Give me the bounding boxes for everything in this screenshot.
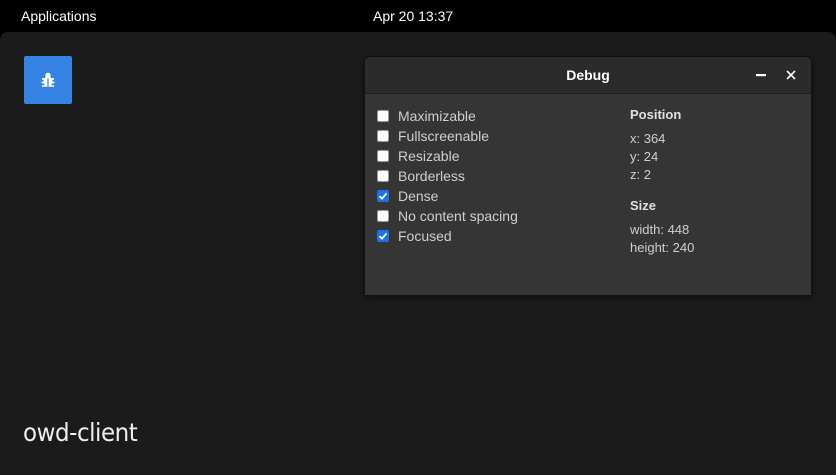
option-resizable[interactable]: Resizable (377, 146, 518, 166)
option-label: Dense (398, 188, 439, 204)
window-titlebar[interactable]: Debug (365, 57, 811, 94)
client-name-label: owd-client (23, 418, 138, 447)
position-z: z: 2 (630, 167, 651, 182)
clock[interactable]: Apr 20 13:37 (373, 8, 453, 24)
checkmark-icon (378, 192, 388, 200)
checkbox-maximizable[interactable] (377, 110, 389, 122)
size-height: height: 240 (630, 240, 695, 255)
checkbox-no-content-spacing[interactable] (377, 210, 389, 222)
options-list: Maximizable Fullscreenable Resizable Bor… (377, 106, 518, 246)
position-heading: Position (630, 107, 682, 122)
close-button[interactable] (782, 66, 800, 84)
minimize-button[interactable] (752, 66, 770, 84)
checkmark-icon (378, 232, 388, 240)
minimize-icon (756, 74, 766, 77)
debug-window: Debug Maximizable Fullscreenable Resizab… (364, 56, 812, 296)
checkbox-focused[interactable] (377, 230, 389, 242)
desktop: owd-client Debug Maximizable Fullscreena… (0, 32, 836, 475)
size-width: width: 448 (630, 222, 690, 237)
window-title: Debug (566, 67, 610, 83)
checkbox-dense[interactable] (377, 190, 389, 202)
window-content: Maximizable Fullscreenable Resizable Bor… (365, 94, 811, 295)
bug-icon (41, 72, 55, 87)
debug-launcher-button[interactable] (24, 56, 72, 104)
checkbox-resizable[interactable] (377, 150, 389, 162)
close-icon (786, 70, 796, 80)
checkbox-borderless[interactable] (377, 170, 389, 182)
size-heading: Size (630, 198, 657, 213)
option-dense[interactable]: Dense (377, 186, 518, 206)
option-label: Maximizable (398, 108, 476, 124)
checkbox-fullscreenable[interactable] (377, 130, 389, 142)
position-x: x: 364 (630, 131, 666, 146)
option-maximizable[interactable]: Maximizable (377, 106, 518, 126)
option-label: Borderless (398, 168, 465, 184)
position-y: y: 24 (630, 149, 659, 164)
option-focused[interactable]: Focused (377, 226, 518, 246)
window-info-panel: Position x: 364 y: 24 z: 2 Size width: 4… (630, 107, 694, 257)
applications-menu[interactable]: Applications (21, 8, 97, 24)
top-bar: Applications Apr 20 13:37 (0, 0, 836, 32)
option-label: Resizable (398, 148, 460, 164)
option-no-content-spacing[interactable]: No content spacing (377, 206, 518, 226)
option-fullscreenable[interactable]: Fullscreenable (377, 126, 518, 146)
option-label: Focused (398, 228, 452, 244)
option-borderless[interactable]: Borderless (377, 166, 518, 186)
option-label: No content spacing (398, 208, 518, 224)
option-label: Fullscreenable (398, 128, 490, 144)
